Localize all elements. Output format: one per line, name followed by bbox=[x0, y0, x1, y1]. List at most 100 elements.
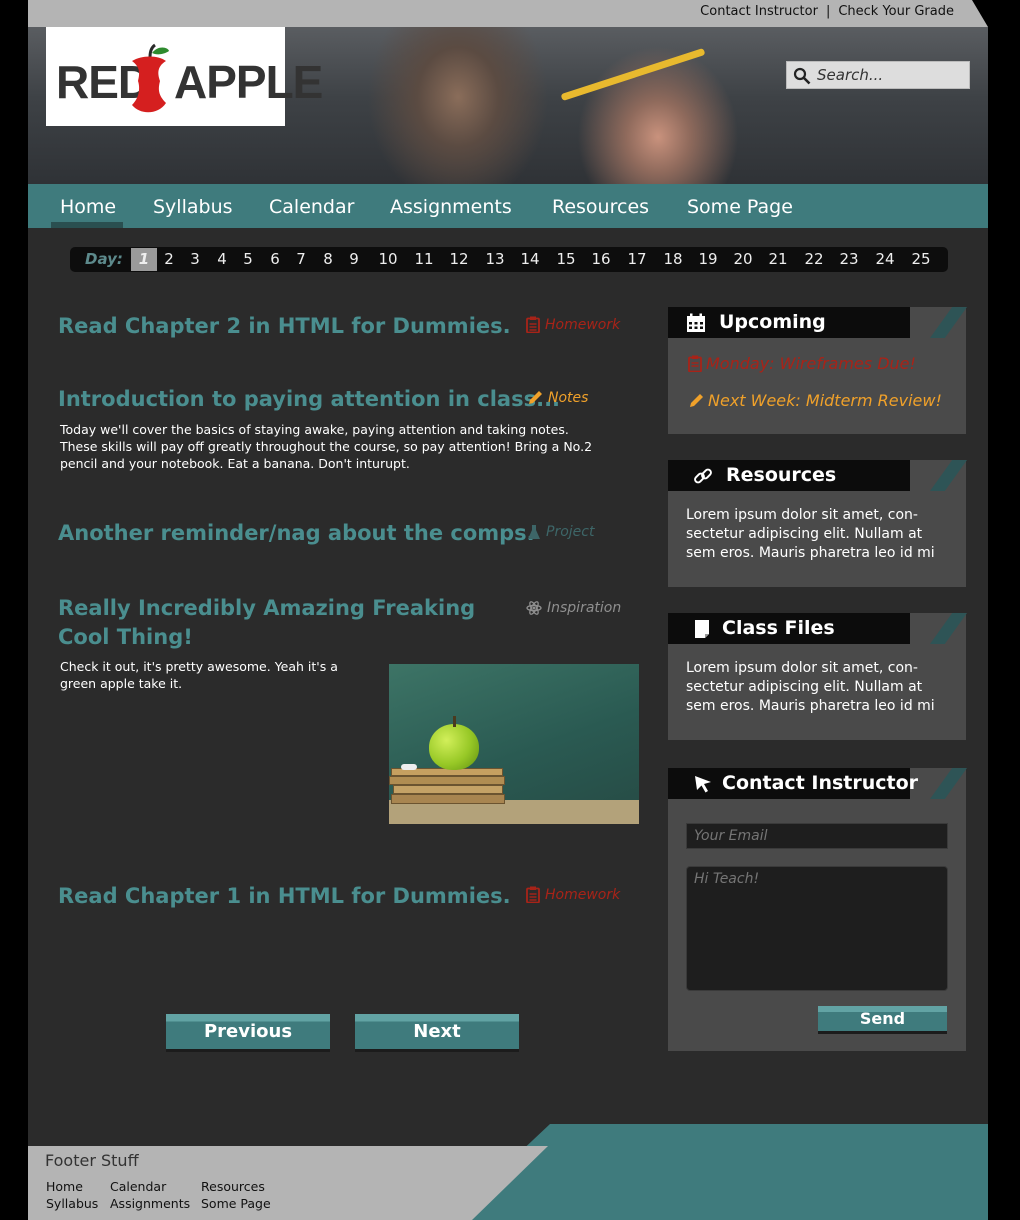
footer-link-calendar[interactable]: Calendar bbox=[110, 1179, 166, 1194]
post-body: Today we'll cover the basics of staying … bbox=[60, 422, 593, 471]
calendar-icon bbox=[687, 313, 705, 332]
day-3[interactable]: 3 bbox=[183, 248, 207, 271]
class-files-widget: Class Files Lorem ipsum dolor sit amet, … bbox=[668, 613, 967, 740]
site-logo[interactable]: RED APPLE bbox=[46, 27, 323, 126]
post-body: Check it out, it's pretty awesome. Yeah … bbox=[60, 659, 338, 691]
day-25[interactable]: 25 bbox=[907, 248, 935, 271]
top-links: Contact Instructor | Check Your Grade bbox=[700, 4, 954, 19]
day-9[interactable]: 9 bbox=[342, 248, 366, 271]
nav-item-home[interactable]: Home bbox=[60, 196, 116, 218]
next-button[interactable]: Next bbox=[355, 1014, 519, 1052]
post-title[interactable]: Another reminder/nag about the comps. bbox=[58, 519, 535, 548]
previous-button[interactable]: Previous bbox=[166, 1014, 330, 1052]
apple-on-books-image bbox=[389, 664, 639, 824]
day-7[interactable]: 7 bbox=[289, 248, 313, 271]
contact-widget: Contact Instructor Send bbox=[668, 768, 967, 1051]
nav-item-resources[interactable]: Resources bbox=[552, 196, 649, 218]
flask-icon bbox=[528, 525, 540, 539]
atom-icon bbox=[526, 601, 542, 615]
nav-item-syllabus[interactable]: Syllabus bbox=[153, 196, 233, 218]
day-17[interactable]: 17 bbox=[623, 248, 651, 271]
clipboard-icon bbox=[688, 355, 702, 372]
day-selector: Day: 1 2 3 4 5 6 7 8 9 10 11 12 13 14 15 16 17 18 19 20 21 22… bbox=[70, 247, 948, 272]
pencil-icon bbox=[529, 391, 542, 404]
post-tag-homework[interactable]: Homework bbox=[526, 316, 620, 333]
post-title[interactable]: Introduction to paying attention in clas… bbox=[58, 385, 560, 414]
day-5[interactable]: 5 bbox=[236, 248, 260, 271]
nav-active-indicator bbox=[51, 222, 123, 228]
file-icon bbox=[695, 620, 709, 638]
link-icon bbox=[694, 468, 712, 484]
search-input[interactable] bbox=[817, 62, 965, 88]
post-tag-project[interactable]: Project bbox=[527, 524, 594, 540]
upcoming-item-text: Next Week: Midterm Review! bbox=[708, 391, 942, 410]
clipboard-icon bbox=[526, 886, 540, 903]
day-1[interactable]: 1 bbox=[131, 248, 157, 271]
day-15[interactable]: 15 bbox=[552, 248, 580, 271]
page: Contact Instructor | Check Your Grade RED … bbox=[28, 0, 988, 1220]
apple-core-icon bbox=[132, 43, 169, 113]
day-13[interactable]: 13 bbox=[481, 248, 509, 271]
upcoming-item[interactable]: Next Week: Midterm Review! bbox=[688, 391, 942, 410]
widget-title: Class Files bbox=[722, 617, 835, 639]
day-label: Day: bbox=[85, 250, 123, 268]
search-icon[interactable] bbox=[793, 67, 811, 85]
day-2[interactable]: 2 bbox=[157, 248, 181, 271]
upcoming-item-text: Monday: Wireframes Due! bbox=[706, 354, 916, 373]
footer-link-resources[interactable]: Resources bbox=[201, 1179, 265, 1194]
footer-link-home[interactable]: Home bbox=[46, 1179, 83, 1194]
day-24[interactable]: 24 bbox=[871, 248, 899, 271]
logo-word-apple: APPLE bbox=[174, 56, 323, 108]
top-links-separator: | bbox=[825, 4, 831, 19]
search-box bbox=[786, 61, 970, 89]
day-11[interactable]: 11 bbox=[410, 248, 438, 271]
class-files-text: Lorem ipsum dolor sit amet, con-sectetur… bbox=[686, 660, 935, 714]
check-grade-link[interactable]: Check Your Grade bbox=[838, 4, 954, 19]
footer-link-assignments[interactable]: Assignments bbox=[110, 1196, 190, 1211]
day-21[interactable]: 21 bbox=[764, 248, 792, 271]
post-title[interactable]: Really Incredibly Amazing Freaking Cool … bbox=[58, 594, 475, 652]
footer-link-syllabus[interactable]: Syllabus bbox=[46, 1196, 98, 1211]
post-tag-label: Homework bbox=[545, 886, 621, 903]
day-10[interactable]: 10 bbox=[374, 248, 402, 271]
clipboard-icon bbox=[526, 316, 540, 333]
cursor-icon bbox=[695, 776, 711, 793]
post-tag-label: Homework bbox=[545, 316, 621, 333]
day-14[interactable]: 14 bbox=[516, 248, 544, 271]
nav-item-assignments[interactable]: Assignments bbox=[390, 196, 512, 218]
post-tag-homework[interactable]: Homework bbox=[526, 886, 620, 903]
day-22[interactable]: 22 bbox=[800, 248, 828, 271]
nav-item-calendar[interactable]: Calendar bbox=[269, 196, 354, 218]
day-8[interactable]: 8 bbox=[316, 248, 340, 271]
day-16[interactable]: 16 bbox=[587, 248, 615, 271]
resources-widget: Resources Lorem ipsum dolor sit amet, co… bbox=[668, 460, 967, 587]
day-19[interactable]: 19 bbox=[694, 248, 722, 271]
day-18[interactable]: 18 bbox=[659, 248, 687, 271]
footer-link-some-page[interactable]: Some Page bbox=[201, 1196, 271, 1211]
post-tag-inspiration[interactable]: Inspiration bbox=[526, 600, 621, 616]
post-tag-label: Project bbox=[546, 524, 595, 540]
nav-item-some-page[interactable]: Some Page bbox=[687, 196, 793, 218]
post-tag-notes[interactable]: Notes bbox=[527, 390, 588, 406]
widget-title: Resources bbox=[726, 464, 837, 486]
top-bar-corner bbox=[972, 0, 988, 27]
post-title[interactable]: Read Chapter 2 in HTML for Dummies. bbox=[58, 312, 511, 341]
day-23[interactable]: 23 bbox=[835, 248, 863, 271]
pencil-icon bbox=[690, 393, 703, 407]
footer-title: Footer Stuff bbox=[45, 1151, 139, 1170]
day-12[interactable]: 12 bbox=[445, 248, 473, 271]
widget-title: Contact Instructor bbox=[722, 772, 919, 794]
upcoming-item[interactable]: Monday: Wireframes Due! bbox=[688, 354, 916, 373]
post-title[interactable]: Read Chapter 1 in HTML for Dummies. bbox=[58, 882, 511, 911]
send-button[interactable]: Send bbox=[818, 1006, 947, 1034]
top-bar: Contact Instructor | Check Your Grade bbox=[28, 0, 988, 27]
banner-pencil bbox=[560, 47, 706, 102]
contact-instructor-link[interactable]: Contact Instructor bbox=[700, 4, 818, 19]
day-6[interactable]: 6 bbox=[263, 248, 287, 271]
main-nav: Home Syllabus Calendar Assignments Resou… bbox=[28, 184, 988, 228]
day-20[interactable]: 20 bbox=[729, 248, 757, 271]
day-4[interactable]: 4 bbox=[210, 248, 234, 271]
message-field[interactable] bbox=[686, 866, 948, 991]
email-field[interactable] bbox=[686, 823, 948, 849]
post-tag-label: Inspiration bbox=[547, 600, 622, 616]
